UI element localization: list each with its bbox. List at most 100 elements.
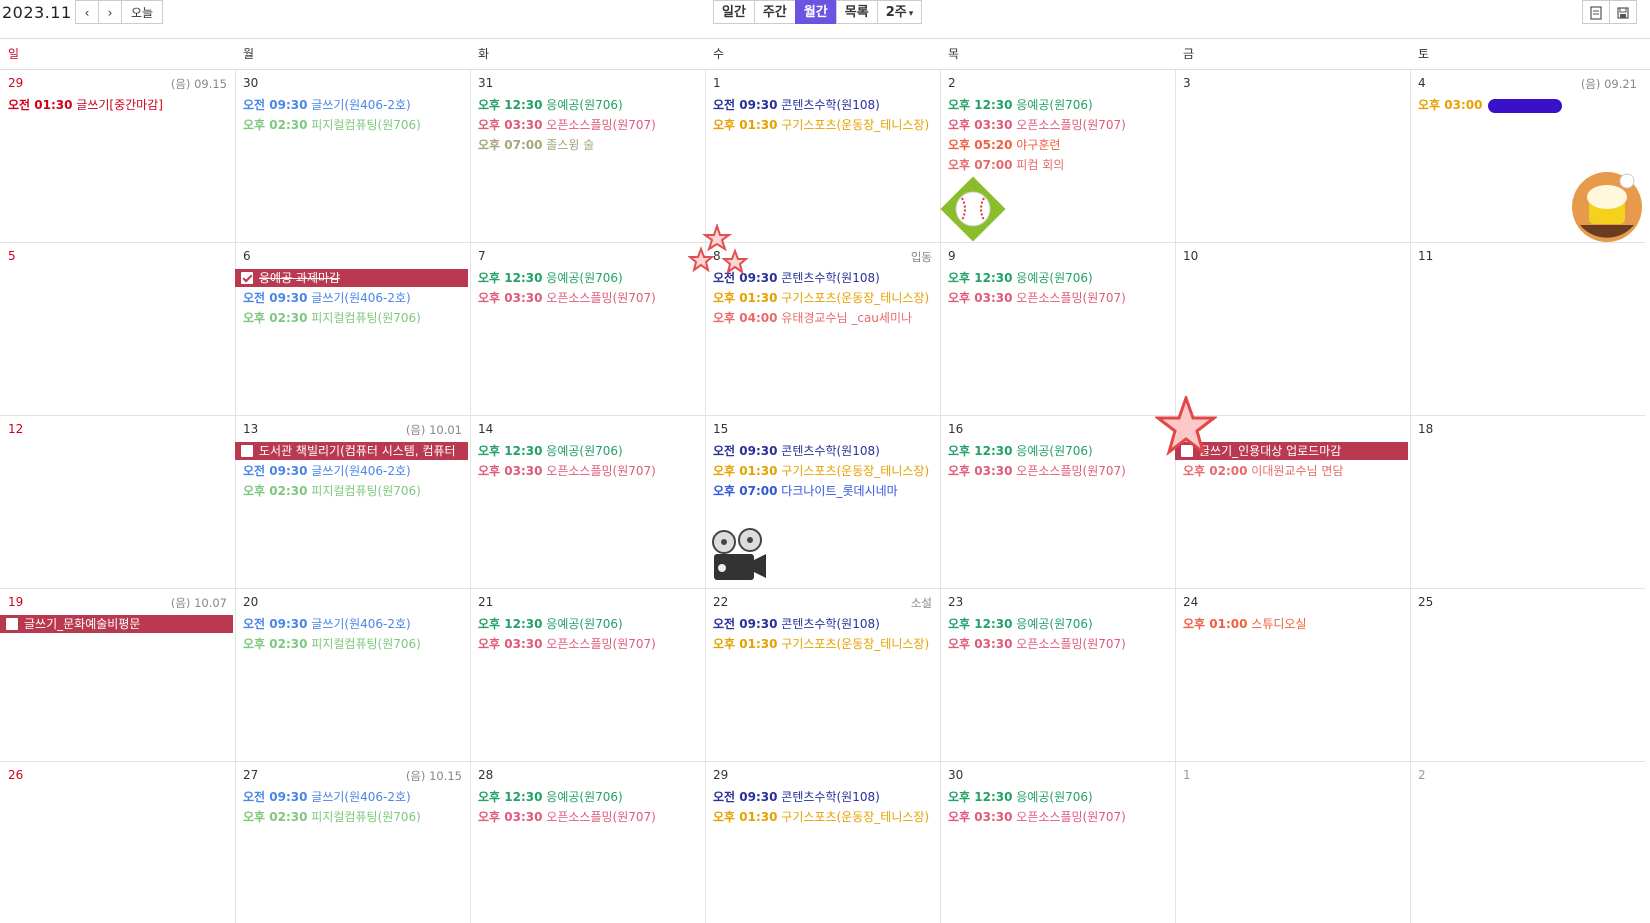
day-number[interactable]: 31 (478, 76, 493, 90)
calendar-event[interactable]: 오후 03:00 (1418, 96, 1645, 114)
calendar-event[interactable]: 오후 12:30 응예공(원706) (478, 96, 705, 114)
calendar-event[interactable]: 오후 03:30 오픈소스플밍(원707) (948, 462, 1175, 480)
day-number[interactable]: 21 (478, 595, 493, 609)
day-cell[interactable]: 12 (0, 415, 235, 588)
calendar-event[interactable]: 오후 02:30 피지컬컴퓨팅(원706) (243, 635, 470, 653)
task-bar[interactable]: 도서관 책빌리기(컴퓨터 시스템, 컴퓨터 (235, 442, 468, 460)
day-cell[interactable]: 11 (1410, 242, 1645, 415)
day-cell[interactable]: 19 (음) 10.07 글쓰기_문화예술비평문 (0, 588, 235, 761)
calendar-event[interactable]: 오후 12:30 응예공(원706) (478, 788, 705, 806)
day-number[interactable]: 5 (8, 249, 16, 263)
day-cell[interactable]: 30 오전 09:30 글쓰기(원406-2호) 오후 02:30 피지컬컴퓨팅(원… (235, 69, 470, 242)
day-cell[interactable]: 25 (1410, 588, 1645, 761)
checkbox[interactable] (241, 445, 253, 457)
day-number[interactable]: 10 (1183, 249, 1198, 263)
day-cell[interactable]: 14 오후 12:30 응예공(원706) 오후 03:30 오픈소스플밍(원707… (470, 415, 705, 588)
day-cell[interactable]: 13 (음) 10.01 도서관 책빌리기(컴퓨터 시스템, 컴퓨터 오전 09:30… (235, 415, 470, 588)
calendar-event[interactable]: 오후 03:30 오픈소스플밍(원707) (948, 116, 1175, 134)
calendar-event[interactable]: 오전 01:30 글쓰기[중간마감] (8, 96, 235, 114)
view-list-button[interactable]: 목록 (835, 0, 878, 24)
calendar-event[interactable]: 오후 03:30 오픈소스플밍(원707) (948, 289, 1175, 307)
day-cell[interactable]: 3 (1175, 69, 1410, 242)
calendar-event[interactable]: 오후 07:00 졸스윙 술 (478, 136, 705, 154)
calendar-event[interactable]: 오후 12:30 응예공(원706) (948, 96, 1175, 114)
day-number[interactable]: 1 (1183, 768, 1191, 782)
day-cell[interactable]: 26 (0, 761, 235, 923)
day-number[interactable]: 23 (948, 595, 963, 609)
calendar-event[interactable]: 오전 09:30 글쓰기(원406-2호) (243, 615, 470, 633)
day-number[interactable]: 29 (713, 768, 728, 782)
day-number[interactable]: 28 (478, 768, 493, 782)
prev-month-button[interactable]: ‹ (75, 0, 99, 24)
calendar-event[interactable]: 오전 09:30 글쓰기(원406-2호) (243, 788, 470, 806)
calendar-event[interactable]: 오후 12:30 응예공(원706) (478, 615, 705, 633)
calendar-event[interactable]: 오후 03:30 오픈소스플밍(원707) (478, 462, 705, 480)
calendar-event[interactable]: 오후 01:00 스튜디오실 (1183, 615, 1410, 633)
calendar-event[interactable]: 오후 01:30 구기스포츠(운동장_테니스장) (713, 635, 940, 653)
calendar-event[interactable]: 오후 04:00 유태경교수님 _cau세미나 (713, 309, 940, 327)
calendar-event[interactable]: 오후 03:30 오픈소스플밍(원707) (948, 808, 1175, 826)
calendar-event[interactable]: 오전 09:30 글쓰기(원406-2호) (243, 96, 470, 114)
checkbox[interactable] (6, 618, 18, 630)
calendar-event[interactable]: 오후 12:30 응예공(원706) (948, 269, 1175, 287)
day-cell[interactable]: 27 (음) 10.15 오전 09:30 글쓰기(원406-2호) 오후 02:30… (235, 761, 470, 923)
day-number[interactable]: 13 (243, 422, 258, 436)
day-number[interactable]: 6 (243, 249, 251, 263)
day-cell[interactable]: 6 응예공 과제마감오전 09:30 글쓰기(원406-2호) 오후 02:30 피… (235, 242, 470, 415)
calendar-event[interactable]: 오후 07:00 피컴 회의 (948, 156, 1175, 174)
day-cell[interactable]: 30 오후 12:30 응예공(원706) 오후 03:30 오픈소스플밍(원707… (940, 761, 1175, 923)
view-month-button[interactable]: 월간 (794, 0, 837, 24)
day-number[interactable]: 3 (1183, 76, 1191, 90)
calendar-event[interactable]: 오후 01:30 구기스포츠(운동장_테니스장) (713, 289, 940, 307)
view-day-button[interactable]: 일간 (713, 0, 755, 24)
day-cell[interactable]: 9 오후 12:30 응예공(원706) 오후 03:30 오픈소스플밍(원707) (940, 242, 1175, 415)
day-cell[interactable]: 1 (1175, 761, 1410, 923)
calendar-event[interactable]: 오전 09:30 콘텐츠수학(원108) (713, 96, 940, 114)
calendar-event[interactable]: 오전 09:30 글쓰기(원406-2호) (243, 462, 470, 480)
today-button[interactable]: 오늘 (121, 0, 163, 24)
day-number[interactable]: 7 (478, 249, 486, 263)
view-2week-button[interactable]: 2주 ▾ (876, 0, 923, 24)
day-number[interactable]: 14 (478, 422, 493, 436)
day-number[interactable]: 30 (243, 76, 258, 90)
day-number[interactable]: 19 (8, 595, 23, 609)
day-cell[interactable]: 18 (1410, 415, 1645, 588)
day-cell[interactable]: 29 오전 09:30 콘텐츠수학(원108) 오후 01:30 구기스포츠(운동장… (705, 761, 940, 923)
calendar-event[interactable]: 오전 09:30 콘텐츠수학(원108) (713, 615, 940, 633)
calendar-event[interactable]: 오후 03:30 오픈소스플밍(원707) (478, 808, 705, 826)
day-number[interactable]: 15 (713, 422, 728, 436)
calendar-event[interactable]: 오후 12:30 응예공(원706) (948, 442, 1175, 460)
day-number[interactable]: 2 (948, 76, 956, 90)
day-cell[interactable]: 10 (1175, 242, 1410, 415)
view-week-button[interactable]: 주간 (753, 0, 796, 24)
calendar-event[interactable]: 오후 12:30 응예공(원706) (478, 269, 705, 287)
calendar-event[interactable]: 오후 03:30 오픈소스플밍(원707) (478, 635, 705, 653)
day-number[interactable]: 2 (1418, 768, 1426, 782)
day-cell[interactable]: 20 오전 09:30 글쓰기(원406-2호) 오후 02:30 피지컬컴퓨팅(원… (235, 588, 470, 761)
day-cell[interactable]: 23 오후 12:30 응예공(원706) 오후 03:30 오픈소스플밍(원707… (940, 588, 1175, 761)
day-number[interactable]: 22 (713, 595, 728, 609)
day-number[interactable]: 20 (243, 595, 258, 609)
checked-checkbox[interactable] (241, 272, 253, 284)
calendar-event[interactable]: 오후 02:30 피지컬컴퓨팅(원706) (243, 309, 470, 327)
calendar-event[interactable]: 오후 03:30 오픈소스플밍(원707) (478, 289, 705, 307)
day-number[interactable]: 26 (8, 768, 23, 782)
day-cell[interactable]: 31 오후 12:30 응예공(원706) 오후 03:30 오픈소스플밍(원707… (470, 69, 705, 242)
calendar-event[interactable]: 오후 01:30 구기스포츠(운동장_테니스장) (713, 116, 940, 134)
calendar-event[interactable]: 오전 09:30 글쓰기(원406-2호) (243, 289, 470, 307)
day-cell[interactable]: 7 오후 12:30 응예공(원706) 오후 03:30 오픈소스플밍(원707) (470, 242, 705, 415)
calendar-event[interactable]: 오전 09:30 콘텐츠수학(원108) (713, 442, 940, 460)
task-bar[interactable]: 응예공 과제마감 (235, 269, 468, 287)
day-number[interactable]: 4 (1418, 76, 1426, 90)
day-number[interactable]: 25 (1418, 595, 1433, 609)
day-number[interactable]: 12 (8, 422, 23, 436)
day-number[interactable]: 1 (713, 76, 721, 90)
print-button[interactable] (1582, 0, 1610, 24)
calendar-event[interactable]: 오후 02:30 피지컬컴퓨팅(원706) (243, 116, 470, 134)
calendar-event[interactable]: 오후 12:30 응예공(원706) (948, 788, 1175, 806)
day-number[interactable]: 24 (1183, 595, 1198, 609)
day-cell[interactable]: 5 (0, 242, 235, 415)
day-number[interactable]: 29 (8, 76, 23, 90)
day-number[interactable]: 30 (948, 768, 963, 782)
day-number[interactable]: 9 (948, 249, 956, 263)
